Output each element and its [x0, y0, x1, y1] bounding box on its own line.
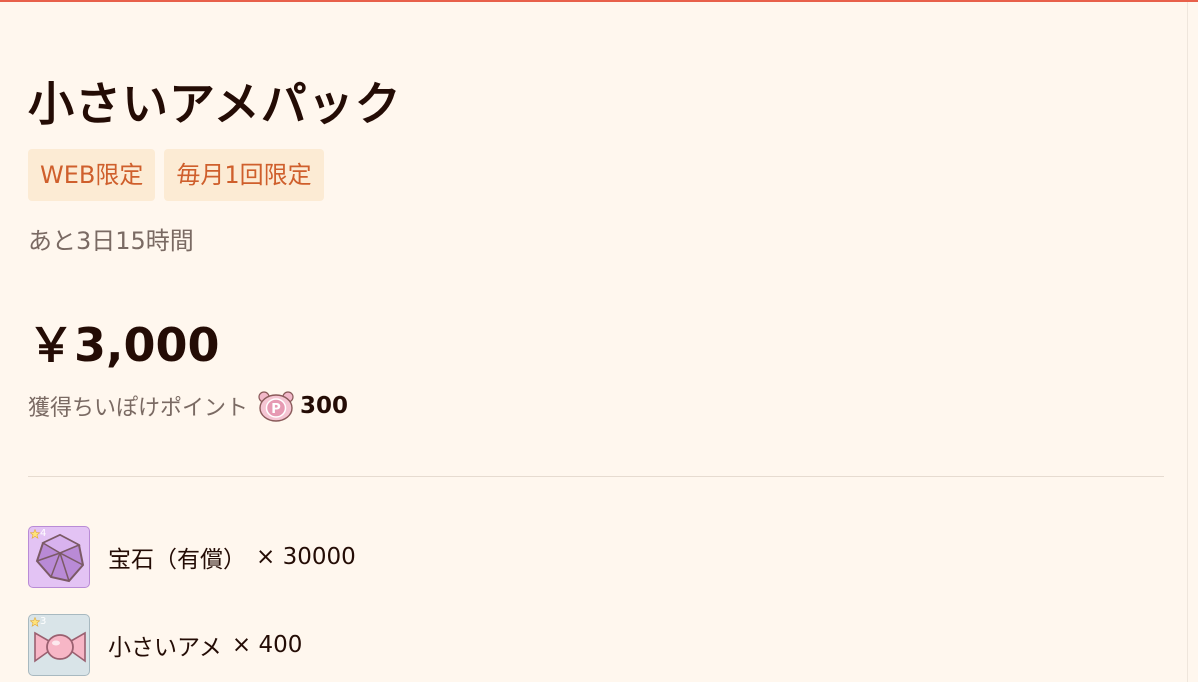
list-item: 3 小さいアメ × 400 [28, 614, 302, 676]
section-divider [28, 476, 1164, 477]
points-value: 300 [300, 393, 349, 419]
rarity-indicator: 4 [30, 528, 46, 539]
scrollbar-track[interactable] [1187, 2, 1198, 682]
svg-text:P: P [271, 402, 281, 417]
product-price: ￥3,000 [28, 318, 220, 372]
star-icon [30, 528, 40, 539]
badge-list: WEB限定 毎月1回限定 [28, 149, 324, 201]
remaining-time: あと3日15時間 [28, 227, 194, 255]
rarity-indicator: 3 [30, 616, 46, 627]
item-quantity: × 30000 [256, 544, 356, 570]
item-thumbnail: 3 [28, 614, 90, 676]
badge-web-limited: WEB限定 [28, 149, 156, 201]
item-quantity: × 400 [231, 632, 303, 658]
p-point-coin-icon: P [258, 391, 294, 422]
item-thumbnail: 4 [28, 526, 90, 588]
rarity-value: 4 [40, 528, 47, 539]
product-title: 小さいアメパック [28, 77, 402, 131]
points-label: 獲得ちいぽけポイント [28, 396, 249, 421]
top-accent-border [0, 0, 1198, 2]
star-icon [30, 616, 40, 627]
badge-monthly-limited: 毎月1回限定 [164, 149, 324, 201]
rarity-value: 3 [40, 616, 47, 627]
item-name: 宝石（有償） [108, 547, 246, 573]
points-row: 獲得ちいぽけポイント P 300 [28, 390, 348, 422]
item-name: 小さいアメ [108, 635, 222, 661]
list-item: 4 宝石（有償） × 30000 [28, 526, 356, 588]
